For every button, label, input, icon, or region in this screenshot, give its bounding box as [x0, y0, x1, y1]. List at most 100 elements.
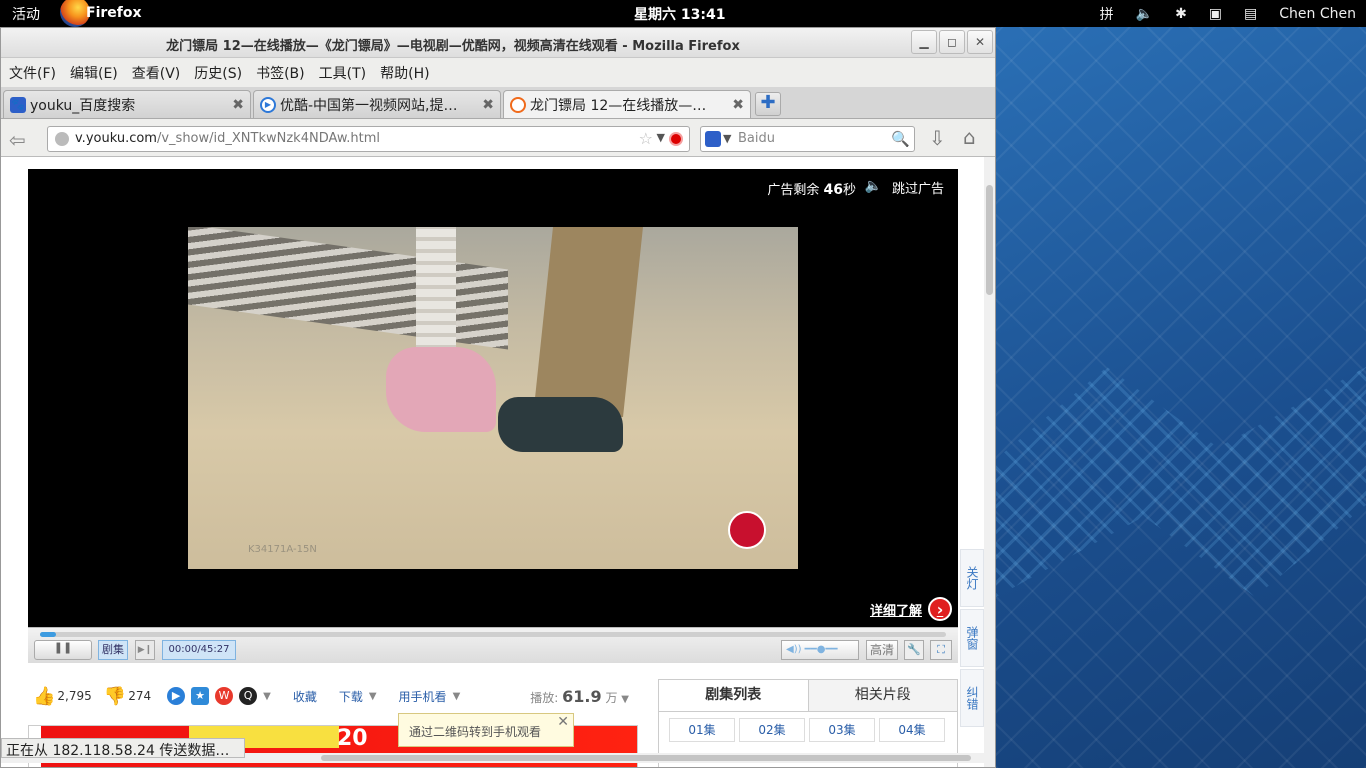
- clock[interactable]: 星期六 13:41: [634, 4, 725, 24]
- maximize-icon[interactable]: ◻: [939, 30, 965, 54]
- pause-button[interactable]: ❚❚: [34, 640, 92, 660]
- window-titlebar[interactable]: 龙门镖局 12—在线播放—《龙门镖局》—电视剧—优酷网，视频高清在线观看 - M…: [1, 28, 995, 58]
- clipboard-icon[interactable]: ▤: [1244, 6, 1257, 22]
- tab-label: youku_百度搜索: [30, 97, 136, 114]
- download-chevron-down-icon[interactable]: ▼: [369, 691, 377, 702]
- progress-bar[interactable]: [40, 632, 946, 637]
- menu-bookmarks[interactable]: 书签(B): [256, 63, 305, 83]
- mobile-chevron-down-icon[interactable]: ▼: [453, 691, 461, 702]
- download-arrow-icon[interactable]: ⇩: [929, 126, 946, 150]
- menu-view[interactable]: 查看(V): [132, 63, 181, 83]
- system-tray: 拼 🔈 ✱ ▣ ▤ Chen Chen: [1100, 4, 1356, 24]
- vertical-scrollbar[interactable]: [984, 157, 995, 767]
- tab-related-clips[interactable]: 相关片段: [808, 680, 957, 711]
- settings-wrench-icon[interactable]: 🔧: [904, 640, 924, 660]
- url-history-dropdown-icon[interactable]: ▼: [657, 131, 665, 144]
- baidu-engine-icon[interactable]: [705, 131, 721, 147]
- hd-button[interactable]: 高清: [866, 640, 898, 660]
- tab-episode-list[interactable]: 剧集列表: [659, 680, 809, 711]
- episode-link[interactable]: 04集: [879, 718, 945, 742]
- tab-close-icon[interactable]: ✖: [232, 97, 244, 113]
- tab-label: 龙门镖局 12—在线播放—…: [530, 97, 707, 114]
- search-icon[interactable]: 🔍: [891, 130, 910, 148]
- hscroll-thumb[interactable]: [321, 755, 971, 761]
- engine-dropdown-icon[interactable]: ▼: [723, 132, 731, 145]
- loading-spinner-icon: [510, 96, 526, 113]
- menu-file[interactable]: 文件(F): [9, 63, 56, 83]
- weibo-icon[interactable]: W: [215, 687, 234, 705]
- search-placeholder: Baidu: [738, 131, 775, 146]
- volume-slider[interactable]: ◀)) ━━●━━: [781, 640, 859, 660]
- thumbs-down-icon[interactable]: 👎: [104, 686, 126, 707]
- qzone-star-icon[interactable]: ★: [191, 687, 210, 705]
- episode-link[interactable]: 03集: [809, 718, 875, 742]
- thumbs-up-icon[interactable]: 👍: [33, 686, 55, 707]
- tab-close-icon[interactable]: ✖: [732, 97, 744, 113]
- video-actions: 👍 2,795 👎 274 ▶ ★ W Q ▼ 收藏 下载 ▼ 用手机看 ▼ 播…: [33, 681, 643, 711]
- menu-edit[interactable]: 编辑(E): [70, 63, 118, 83]
- volume-icon[interactable]: 🔈: [1136, 6, 1153, 22]
- next-episode-icon[interactable]: ▶❙: [135, 640, 155, 660]
- site-identity-icon[interactable]: [55, 132, 69, 146]
- arrow-right-icon: ›: [928, 597, 952, 621]
- player-controls: ❚❚ 剧集 ▶❙ 00:00/45:27 ◀)) ━━●━━ 高清 🔧 ⛶: [28, 627, 958, 663]
- desktop-pattern: [996, 367, 1366, 597]
- video-player[interactable]: 广告剩余 46秒 🔈 跳过广告 K34171A-15N 详细了解 ›: [28, 169, 958, 627]
- banner-graphic: 20: [337, 726, 368, 751]
- skip-ad-link[interactable]: 跳过广告: [892, 178, 944, 197]
- scrollbar-thumb[interactable]: [986, 185, 993, 295]
- close-icon[interactable]: ✕: [967, 30, 993, 54]
- input-method-indicator[interactable]: 拼: [1100, 4, 1114, 24]
- learn-more-link[interactable]: 详细了解 ›: [870, 597, 952, 621]
- new-tab-button[interactable]: ✚: [755, 92, 781, 116]
- episodes-button[interactable]: 剧集: [98, 640, 128, 660]
- tab-youku-home[interactable]: ▶ 优酷-中国第一视频网站,提… ✖: [253, 90, 501, 118]
- network-icon[interactable]: ▣: [1209, 6, 1222, 22]
- trouser-leg: [533, 227, 643, 417]
- episode-link[interactable]: 02集: [739, 718, 805, 742]
- tab-longmen-episode[interactable]: 龙门镖局 12—在线播放—… ✖: [503, 90, 751, 118]
- download-link[interactable]: 下载: [339, 688, 363, 705]
- progress-fill: [40, 632, 57, 637]
- activities-button[interactable]: 活动: [12, 4, 40, 24]
- fullscreen-icon[interactable]: ⛶: [930, 640, 952, 660]
- share-more-chevron-down-icon[interactable]: ▼: [263, 691, 271, 702]
- lights-off-button[interactable]: 关灯: [960, 549, 984, 607]
- minimize-icon[interactable]: ▁: [911, 30, 937, 54]
- share-icons: ▶ ★ W Q: [167, 687, 258, 705]
- favorite-link[interactable]: 收藏: [293, 688, 317, 705]
- url-bar[interactable]: v.youku.com/v_show/id_XNTkwNzk4NDAw.html…: [47, 126, 690, 152]
- stocking-leg: [416, 227, 456, 357]
- url-text[interactable]: v.youku.com/v_show/id_XNTkwNzk4NDAw.html: [75, 131, 380, 146]
- qq-penguin-icon[interactable]: Q: [239, 687, 258, 705]
- app-menu[interactable]: Firefox: [86, 5, 142, 21]
- menu-tools[interactable]: 工具(T): [319, 63, 366, 83]
- dark-shoe: [498, 397, 623, 452]
- user-menu[interactable]: Chen Chen: [1279, 6, 1356, 22]
- striped-rug: [188, 227, 508, 350]
- kfc-logo-icon: [728, 511, 766, 549]
- tab-bar: 🐾 youku_百度搜索 ✖ ▶ 优酷-中国第一视频网站,提… ✖ 龙门镖局 1…: [1, 87, 995, 119]
- url-path: /v_show/id_XNTkwNzk4NDAw.html: [156, 131, 381, 146]
- home-icon[interactable]: ⌂: [963, 125, 976, 149]
- bookmark-star-icon[interactable]: ☆: [639, 129, 653, 148]
- popup-button[interactable]: 弹窗: [960, 609, 984, 667]
- pink-boot: [386, 347, 496, 432]
- tab-close-icon[interactable]: ✖: [482, 97, 494, 113]
- tab-baidu-search[interactable]: 🐾 youku_百度搜索 ✖: [3, 90, 251, 118]
- menu-history[interactable]: 历史(S): [194, 63, 242, 83]
- back-arrow-icon[interactable]: ⇦: [9, 128, 26, 152]
- record-icon[interactable]: [669, 132, 683, 146]
- report-error-button[interactable]: 纠错: [960, 669, 984, 727]
- bluetooth-icon[interactable]: ✱: [1175, 6, 1187, 22]
- episode-link[interactable]: 01集: [669, 718, 735, 742]
- watch-on-mobile-link[interactable]: 用手机看: [399, 688, 447, 705]
- dislike-count: 274: [128, 689, 152, 703]
- play-count-chevron-down-icon[interactable]: ▼: [621, 694, 629, 705]
- tooltip-close-icon[interactable]: ✕: [557, 714, 569, 730]
- page-content: 广告剩余 46秒 🔈 跳过广告 K34171A-15N 详细了解 › ❚❚ 剧集 …: [1, 157, 995, 767]
- youku-share-icon[interactable]: ▶: [167, 687, 186, 705]
- ad-volume-icon[interactable]: 🔈: [865, 178, 882, 194]
- menu-help[interactable]: 帮助(H): [380, 63, 429, 83]
- search-bar[interactable]: ▼ Baidu 🔍: [700, 126, 915, 152]
